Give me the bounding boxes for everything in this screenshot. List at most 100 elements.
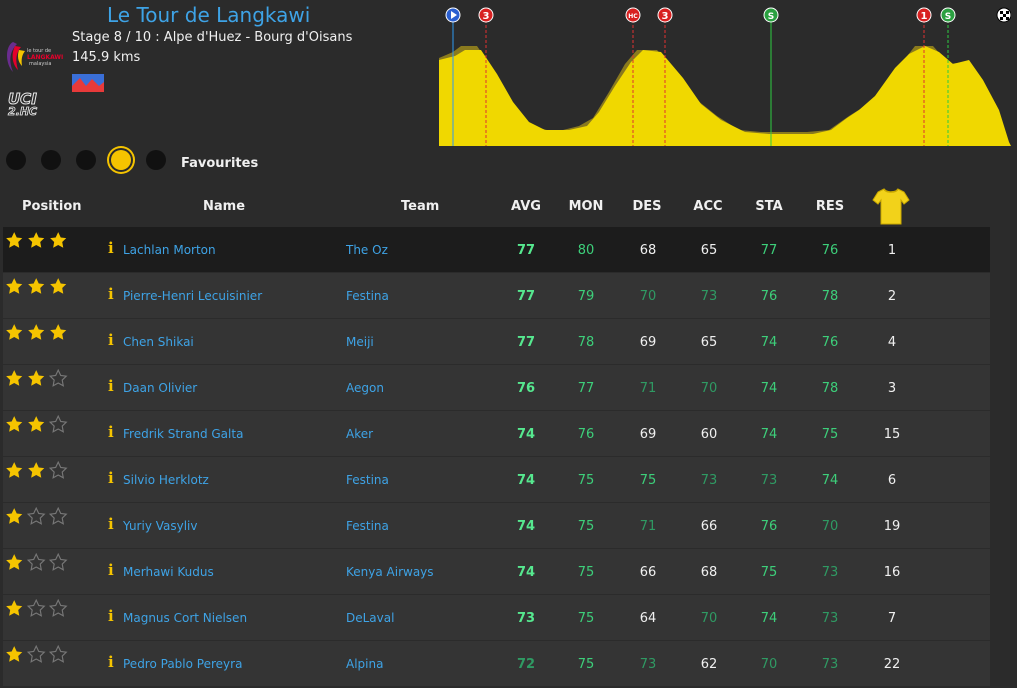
rider-team[interactable]: Festina xyxy=(346,519,389,533)
rider-team[interactable]: The Oz xyxy=(346,243,388,257)
filter-label: Favourites xyxy=(181,156,259,171)
rating-stars xyxy=(6,552,68,571)
gc-position: 7 xyxy=(887,611,897,626)
info-icon[interactable]: i xyxy=(108,469,114,487)
stat-acc: 73 xyxy=(700,289,718,304)
info-icon[interactable]: i xyxy=(108,423,114,441)
table-row[interactable]: i Chen Shikai Meiji 77 78 69 65 74 76 4 xyxy=(3,319,990,364)
stat-des: 69 xyxy=(639,335,657,350)
gc-position: 2 xyxy=(887,289,897,304)
table-row[interactable]: i Merhawi Kudus Kenya Airways 74 75 66 68 75 73 1… xyxy=(3,549,990,594)
rider-team[interactable]: Aegon xyxy=(346,381,384,395)
stat-sta: 74 xyxy=(760,335,778,350)
rider-name[interactable]: Chen Shikai xyxy=(123,335,194,349)
marker-label: HC xyxy=(628,13,638,20)
stat-mon: 75 xyxy=(577,519,595,534)
stat-res: 73 xyxy=(821,657,839,672)
info-icon[interactable]: i xyxy=(108,653,114,671)
rider-team[interactable]: Aker xyxy=(346,427,373,441)
col-team[interactable]: Team xyxy=(401,199,439,214)
table-row[interactable]: i Fredrik Strand Galta Aker 74 76 69 60 74 75 15 xyxy=(3,411,990,456)
gc-position: 4 xyxy=(887,335,897,350)
info-icon[interactable]: i xyxy=(108,285,114,303)
stat-des: 66 xyxy=(639,565,657,580)
rider-name[interactable]: Merhawi Kudus xyxy=(123,565,214,579)
stat-sta: 75 xyxy=(760,565,778,580)
filter-dot-1[interactable] xyxy=(6,150,26,170)
info-icon[interactable]: i xyxy=(108,377,114,395)
col-mon[interactable]: MON xyxy=(566,199,606,214)
rating-stars xyxy=(6,644,68,663)
rider-name[interactable]: Lachlan Morton xyxy=(123,243,216,257)
col-des[interactable]: DES xyxy=(627,199,667,214)
table-row[interactable]: i Silvio Herklotz Festina 74 75 75 73 73 74 6 xyxy=(3,457,990,502)
rider-name[interactable]: Fredrik Strand Galta xyxy=(123,427,243,441)
star-filled-icon xyxy=(6,646,23,662)
col-sta[interactable]: STA xyxy=(749,199,789,214)
stat-acc: 70 xyxy=(700,381,718,396)
table-row[interactable]: i Lachlan Morton The Oz 77 80 68 65 77 76 1 xyxy=(3,227,990,272)
stage-info: Stage 8 / 10 : Alpe d'Huez - Bourg d'Ois… xyxy=(72,30,353,45)
stat-mon: 75 xyxy=(577,565,595,580)
col-avg[interactable]: AVG xyxy=(506,199,546,214)
rider-name[interactable]: Yuriy Vasyliv xyxy=(123,519,198,533)
rider-team[interactable]: DeLaval xyxy=(346,611,394,625)
stat-mon: 77 xyxy=(577,381,595,396)
info-icon[interactable]: i xyxy=(108,239,114,257)
rider-team[interactable]: Festina xyxy=(346,473,389,487)
table-row[interactable]: i Daan Olivier Aegon 76 77 71 70 74 78 3 xyxy=(3,365,990,410)
star-filled-icon xyxy=(6,232,23,248)
stat-des: 71 xyxy=(639,519,657,534)
rating-stars xyxy=(6,232,67,248)
race-logo: le tour de LANGKAWI malaysia xyxy=(7,42,63,72)
star-filled-icon xyxy=(28,370,45,386)
col-acc[interactable]: ACC xyxy=(688,199,728,214)
rider-name[interactable]: Pedro Pablo Pereyra xyxy=(123,657,242,671)
stat-acc: 60 xyxy=(700,427,718,442)
stat-avg: 74 xyxy=(516,427,536,442)
filter-dot-5[interactable] xyxy=(146,150,166,170)
rider-team[interactable]: Festina xyxy=(346,289,389,303)
rider-name[interactable]: Magnus Cort Nielsen xyxy=(123,611,247,625)
stat-mon: 80 xyxy=(577,243,595,258)
star-empty-icon xyxy=(48,368,68,387)
col-position[interactable]: Position xyxy=(22,199,82,214)
info-icon[interactable]: i xyxy=(108,515,114,533)
marker-label: 3 xyxy=(662,11,669,22)
star-filled-icon xyxy=(6,278,23,294)
filter-dot-favourites[interactable] xyxy=(111,150,131,170)
star-empty-icon xyxy=(48,414,68,433)
col-res[interactable]: RES xyxy=(810,199,850,214)
star-filled-icon xyxy=(28,324,45,340)
stage-distance: 145.9 kms xyxy=(72,50,141,65)
rider-team[interactable]: Alpina xyxy=(346,657,383,671)
rider-name[interactable]: Silvio Herklotz xyxy=(123,473,209,487)
star-empty-icon xyxy=(48,598,68,617)
filter-dot-2[interactable] xyxy=(41,150,61,170)
rider-name[interactable]: Daan Olivier xyxy=(123,381,197,395)
marker-label: S xyxy=(945,12,951,22)
table-row[interactable]: i Pierre-Henri Lecuisinier Festina 77 79 70 73… xyxy=(3,273,990,318)
stat-acc: 68 xyxy=(700,565,718,580)
col-name[interactable]: Name xyxy=(203,199,245,214)
stat-mon: 75 xyxy=(577,657,595,672)
filter-dot-3[interactable] xyxy=(76,150,96,170)
rider-team[interactable]: Kenya Airways xyxy=(346,565,434,579)
info-icon[interactable]: i xyxy=(108,561,114,579)
star-empty-icon xyxy=(48,506,68,525)
star-filled-icon xyxy=(50,232,67,248)
stat-acc: 65 xyxy=(700,335,718,350)
info-icon[interactable]: i xyxy=(108,607,114,625)
race-title: Le Tour de Langkawi xyxy=(107,3,311,27)
rider-team[interactable]: Meiji xyxy=(346,335,374,349)
table-row[interactable]: i Magnus Cort Nielsen DeLaval 73 75 64 70 74 73 7 xyxy=(3,595,990,640)
info-icon[interactable]: i xyxy=(108,331,114,349)
rider-name[interactable]: Pierre-Henri Lecuisinier xyxy=(123,289,262,303)
star-empty-icon xyxy=(48,644,68,663)
yellow-jersey-icon[interactable] xyxy=(872,186,910,226)
star-filled-icon xyxy=(6,324,23,340)
gc-position: 22 xyxy=(883,657,901,672)
table-row[interactable]: i Pedro Pablo Pereyra Alpina 72 75 73 62 70 73 22 xyxy=(3,641,990,686)
stat-avg: 74 xyxy=(516,473,536,488)
table-row[interactable]: i Yuriy Vasyliv Festina 74 75 71 66 76 70 19 xyxy=(3,503,990,548)
